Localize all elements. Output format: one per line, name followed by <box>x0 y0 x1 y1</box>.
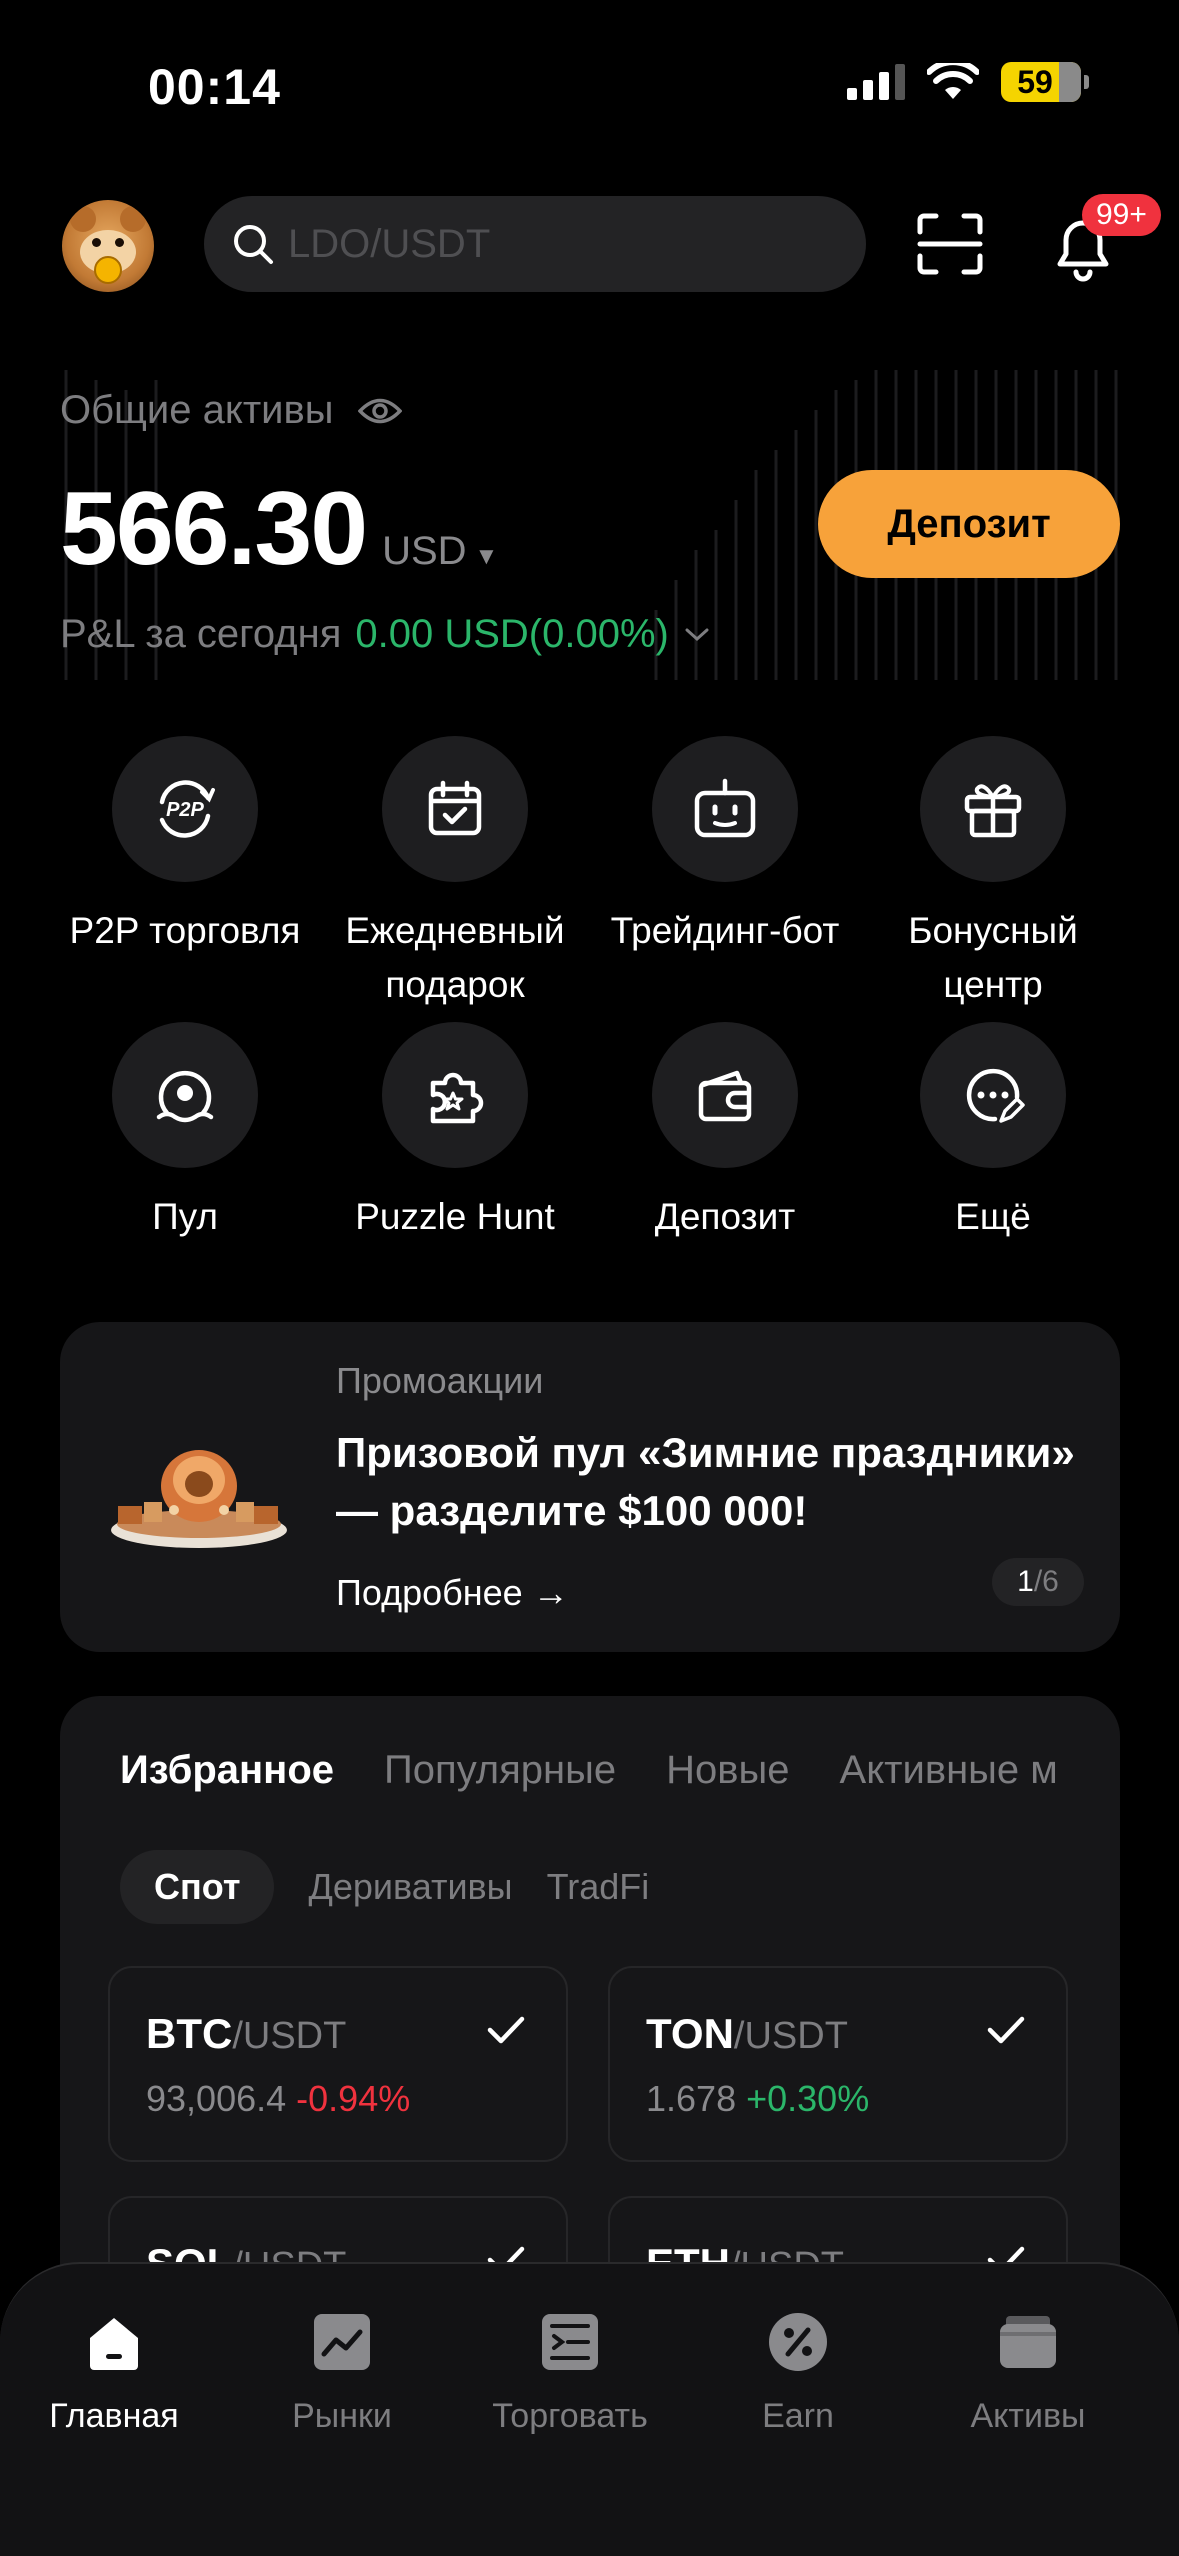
nav-assets[interactable]: Активы <box>918 2310 1138 2436</box>
subtab-tradfi[interactable]: TradFi <box>547 1866 650 1908</box>
quick-action-more[interactable]: Ещё <box>858 1022 1128 1244</box>
wifi-icon <box>927 63 979 99</box>
quick-action-p2p[interactable]: P2P P2P торговля <box>50 736 320 958</box>
quick-action-label: Трейдинг-бот <box>610 910 840 951</box>
p2p-icon: P2P <box>159 780 215 838</box>
pair-price-row: 93,006.4 -0.94% <box>146 2078 410 2120</box>
earn-icon <box>769 2313 827 2371</box>
pnl-value: 0.00 USD(0.00%) <box>355 612 669 656</box>
signal-icon <box>847 64 905 100</box>
tab-new[interactable]: Новые <box>666 1748 789 1793</box>
pair-change: +0.30% <box>746 2078 870 2119</box>
nav-label: Earn <box>762 2397 834 2435</box>
robot-icon <box>694 778 756 838</box>
scan-icon[interactable] <box>916 212 984 276</box>
calendar-check-icon <box>428 780 482 836</box>
promo-tag: Промоакции <box>336 1360 544 1401</box>
check-icon[interactable] <box>486 2014 526 2046</box>
battery-level: 59 <box>1017 63 1053 100</box>
markets-icon <box>314 2314 370 2370</box>
quick-action-label: Ежедневный подарок <box>345 910 565 1005</box>
total-assets-label: Общие активы <box>60 388 402 433</box>
pair-name: BTC/USDT <box>146 2010 346 2058</box>
bottom-nav: Главная Рынки Торговать Earn Активы <box>0 2262 1179 2556</box>
status-time: 00:14 <box>148 59 281 115</box>
search-placeholder: LDO/USDT <box>288 221 491 266</box>
pair-quote: /USDT <box>232 2015 347 2057</box>
quick-action-puzzle-hunt[interactable]: Puzzle Hunt <box>320 1022 590 1244</box>
pager-current: 1 <box>1017 1565 1034 1598</box>
pager-total: /6 <box>1033 1565 1059 1598</box>
avatar[interactable] <box>62 200 154 292</box>
home-icon <box>90 2318 138 2370</box>
pair-price-row: 1.678 +0.30% <box>646 2078 869 2120</box>
balance-currency-selector[interactable]: USD <box>382 529 466 574</box>
svg-text:P2P: P2P <box>166 799 204 821</box>
eye-icon[interactable] <box>357 396 402 426</box>
balance-value: 566.30 <box>60 471 368 587</box>
pnl-row[interactable]: P&L за сегодня 0.00 USD(0.00%) <box>60 612 711 657</box>
pnl-label: P&L за сегодня <box>60 612 342 656</box>
status-icons: 59 <box>847 62 1089 102</box>
tab-active[interactable]: Активные м <box>840 1748 1058 1793</box>
nav-label: Торговать <box>492 2397 648 2435</box>
market-tabs: Избранное Популярные Новые Активные м <box>120 1748 1058 1793</box>
wallet-icon <box>698 1070 752 1122</box>
nav-label: Рынки <box>292 2397 392 2435</box>
quick-action-daily-gift[interactable]: Ежедневный подарок <box>320 736 590 1012</box>
quick-action-trading-bot[interactable]: Трейдинг-бот <box>590 736 860 958</box>
pair-price: 93,006.4 <box>146 2078 287 2119</box>
check-icon[interactable] <box>986 2014 1026 2046</box>
search-icon <box>234 225 273 264</box>
nav-label: Активы <box>970 2397 1086 2435</box>
caret-down-icon[interactable]: ▼ <box>475 543 499 571</box>
search-input[interactable]: LDO/USDT <box>204 196 866 292</box>
promo-pager: 1/6 <box>992 1558 1084 1606</box>
pair-name: TON/USDT <box>646 2010 848 2058</box>
quick-action-label: Бонусный центр <box>908 910 1078 1005</box>
pair-quote: /USDT <box>733 2015 848 2057</box>
pair-base: TON <box>646 2010 734 2057</box>
notifications-badge: 99+ <box>1082 194 1161 236</box>
quick-action-pool[interactable]: Пул <box>50 1022 320 1244</box>
nav-home[interactable]: Главная <box>4 2310 224 2436</box>
tab-favorites[interactable]: Избранное <box>120 1748 334 1793</box>
nav-trade[interactable]: Торговать <box>460 2310 680 2436</box>
promo-cake-image <box>111 1450 287 1548</box>
assets-wallet-icon <box>1000 2316 1056 2368</box>
subtab-derivatives[interactable]: Деривативы <box>308 1866 512 1908</box>
balance-row: 566.30 USD ▼ <box>60 470 498 589</box>
gift-icon <box>964 784 1022 838</box>
quick-action-label: Депозит <box>654 1196 796 1237</box>
quick-action-label: Пул <box>152 1196 218 1237</box>
puzzle-icon <box>430 1072 484 1124</box>
tab-popular[interactable]: Популярные <box>384 1748 616 1793</box>
deposit-button[interactable]: Депозит <box>818 470 1120 578</box>
subtab-spot[interactable]: Спот <box>120 1850 275 1924</box>
promo-more-link[interactable]: Подробнее → <box>336 1572 569 1614</box>
pair-price: 1.678 <box>646 2078 737 2119</box>
nav-earn[interactable]: Earn <box>688 2310 908 2436</box>
pair-change: -0.94% <box>296 2078 411 2119</box>
pair-base: BTC <box>146 2010 233 2057</box>
quick-action-label: Ещё <box>955 1196 1031 1237</box>
quick-action-bonus-center[interactable]: Бонусный центр <box>858 736 1128 1012</box>
chevron-down-icon <box>685 628 709 641</box>
promo-title: Призовой пул «Зимние праздники» — раздел… <box>336 1429 1075 1534</box>
pair-card-btc[interactable]: BTC/USDT 93,006.4 -0.94% <box>108 1966 568 2162</box>
pool-icon <box>156 1070 214 1123</box>
quick-action-label: Puzzle Hunt <box>355 1196 555 1237</box>
nav-label: Главная <box>49 2397 179 2435</box>
quick-action-deposit[interactable]: Депозит <box>590 1022 860 1244</box>
nav-markets[interactable]: Рынки <box>232 2310 452 2436</box>
quick-action-label: P2P торговля <box>69 910 301 951</box>
more-icon <box>966 1068 1025 1123</box>
market-subtabs: Спот Деривативы TradFi <box>120 1850 649 1924</box>
pair-card-ton[interactable]: TON/USDT 1.678 +0.30% <box>608 1966 1068 2162</box>
total-assets-text: Общие активы <box>60 388 334 432</box>
trade-icon <box>542 2314 598 2370</box>
promo-banner[interactable]: Промоакции Призовой пул «Зимние праздник… <box>60 1322 1120 1652</box>
battery-indicator: 59 <box>1001 62 1089 102</box>
